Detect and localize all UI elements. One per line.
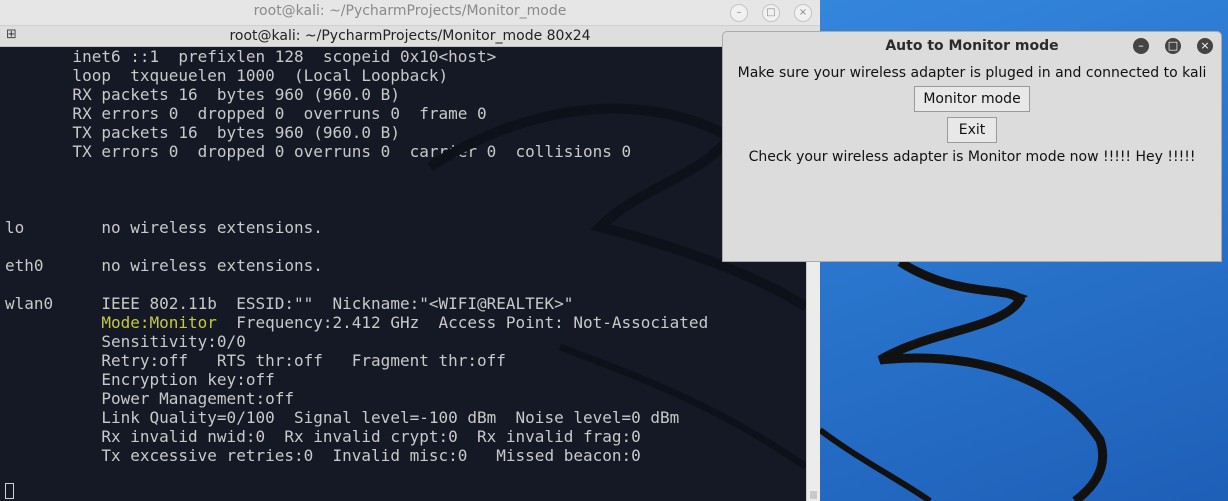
- maximize-button[interactable]: □: [762, 4, 780, 22]
- terminal-line: Sensitivity:0/0: [5, 332, 246, 351]
- terminal-line-mode: Mode:Monitor Frequency:2.412 GHz Access …: [5, 313, 806, 332]
- terminal-line: TX errors 0 dropped 0 overruns 0 carrier…: [5, 142, 632, 161]
- terminal-line: loop txqueuelen 1000 (Local Loopback): [5, 66, 449, 85]
- mode-line-rest: Frequency:2.412 GHz Access Point: Not-As…: [216, 313, 709, 332]
- terminal-line: Power Management:off: [5, 389, 294, 408]
- terminal-tab-bar: ⊞ root@kali: ~/PycharmProjects/Monitor_m…: [0, 26, 820, 47]
- terminal-line: Link Quality=0/100 Signal level=-100 dBm…: [5, 408, 680, 427]
- terminal-window[interactable]: root@kali: ~/PycharmProjects/Monitor_mod…: [0, 0, 820, 501]
- terminal-line: inet6 ::1 prefixlen 128 scopeid 0x10<hos…: [5, 47, 497, 66]
- terminal-cursor: [5, 483, 14, 499]
- terminal-titlebar[interactable]: root@kali: ~/PycharmProjects/Monitor_mod…: [0, 0, 820, 26]
- terminal-line: Encryption key:off: [5, 370, 275, 389]
- terminal-line: TX packets 16 bytes 960 (960.0 B): [5, 123, 400, 142]
- terminal-line: lo no wireless extensions.: [5, 218, 323, 237]
- terminal-window-title: root@kali: ~/PycharmProjects/Monitor_mod…: [253, 3, 567, 19]
- mode-indent: [5, 313, 101, 332]
- scrollbar-thumb[interactable]: [810, 491, 817, 499]
- dialog-status-text: Check your wireless adapter is Monitor m…: [748, 149, 1196, 165]
- terminal-line: RX errors 0 dropped 0 overruns 0 frame 0: [5, 104, 487, 123]
- terminal-line: Tx excessive retries:0 Invalid misc:0 Mi…: [5, 446, 641, 465]
- exit-button[interactable]: Exit: [947, 117, 997, 143]
- monitor-mode-dialog[interactable]: Auto to Monitor mode – □ × Make sure you…: [722, 31, 1222, 262]
- terminal-line: Rx invalid nwid:0 Rx invalid crypt:0 Rx …: [5, 427, 641, 446]
- dialog-minimize-button[interactable]: –: [1133, 38, 1149, 54]
- terminal-line: RX packets 16 bytes 960 (960.0 B): [5, 85, 400, 104]
- dialog-maximize-button[interactable]: □: [1165, 38, 1181, 54]
- dialog-instruction: Make sure your wireless adapter is pluge…: [737, 65, 1207, 81]
- terminal-tab-title: root@kali: ~/PycharmProjects/Monitor_mod…: [229, 28, 591, 44]
- minimize-button[interactable]: –: [730, 4, 748, 22]
- terminal-output[interactable]: inet6 ::1 prefixlen 128 scopeid 0x10<hos…: [0, 47, 806, 501]
- dialog-close-button[interactable]: ×: [1197, 38, 1213, 54]
- mode-monitor-highlight: Mode:Monitor: [101, 313, 217, 332]
- monitor-mode-button[interactable]: Monitor mode: [914, 86, 1030, 112]
- close-button[interactable]: ×: [794, 4, 812, 22]
- terminal-line: Retry:off RTS thr:off Fragment thr:off: [5, 351, 506, 370]
- dialog-titlebar[interactable]: Auto to Monitor mode – □ ×: [723, 32, 1221, 60]
- terminal-line: eth0 no wireless extensions.: [5, 256, 323, 275]
- terminal-text: inet6 ::1 prefixlen 128 scopeid 0x10<hos…: [0, 47, 806, 465]
- terminal-line: wlan0 IEEE 802.11b ESSID:"" Nickname:"<W…: [5, 294, 574, 313]
